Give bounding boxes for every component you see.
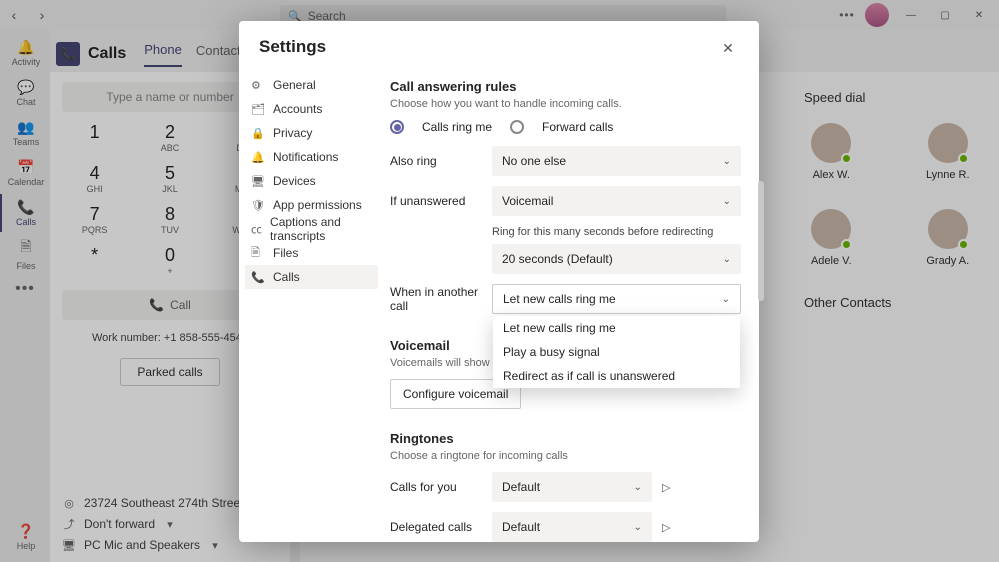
files-icon: 🗎 [251,244,265,263]
call-answering-title: Call answering rules [390,79,741,94]
ring-duration-hint: Ring for this many seconds before redire… [492,226,741,238]
settings-nav-privacy[interactable]: 🔒Privacy [245,121,378,145]
chevron-down-icon: ⌄ [723,254,731,265]
radio-forward-calls[interactable] [510,120,524,134]
lock-icon: 🔒 [251,127,265,140]
settings-content: Call answering rules Choose how you want… [384,69,755,542]
settings-nav-calls[interactable]: 📞Calls [245,265,378,289]
play-ringtone-button[interactable]: ▷ [662,521,680,534]
settings-nav: ⚙General 🗂Accounts 🔒Privacy 🔔Notificatio… [239,69,384,542]
settings-nav-files[interactable]: 🗎Files [245,241,378,265]
call-answering-subtitle: Choose how you want to handle incoming c… [390,98,741,110]
delegated-calls-label: Delegated calls [390,520,482,534]
shield-icon: 🛡 [251,199,265,212]
account-icon: 🗂 [251,103,265,116]
modal-close-button[interactable]: ✕ [717,37,739,59]
settings-nav-devices[interactable]: 🖥Devices [245,169,378,193]
ring-duration-dropdown[interactable]: 20 seconds (Default)⌄ [492,244,741,274]
ringtones-subtitle: Choose a ringtone for incoming calls [390,450,741,462]
radio-calls-ring-me[interactable] [390,120,404,134]
chevron-down-icon: ⌄ [722,294,730,305]
another-call-dropdown[interactable]: Let new calls ring me⌄ Let new calls rin… [492,284,741,314]
if-unanswered-dropdown[interactable]: Voicemail⌄ [492,186,741,216]
device-icon: 🖥 [251,175,265,188]
gear-icon: ⚙ [251,79,265,92]
settings-nav-general[interactable]: ⚙General [245,73,378,97]
modal-title: Settings [259,37,326,57]
chevron-down-icon: ⌄ [634,522,642,533]
chevron-down-icon: ⌄ [634,482,642,493]
dropdown-option[interactable]: Play a busy signal [493,340,740,364]
settings-modal: Settings ✕ ⚙General 🗂Accounts 🔒Privacy 🔔… [239,21,759,542]
radio-calls-ring-me-label: Calls ring me [422,120,492,134]
another-call-dropdown-menu: Let new calls ring me Play a busy signal… [493,316,740,388]
captions-icon: ㏄ [251,221,262,237]
dropdown-option[interactable]: Redirect as if call is unanswered [493,364,740,388]
settings-nav-accounts[interactable]: 🗂Accounts [245,97,378,121]
radio-forward-calls-label: Forward calls [542,120,613,134]
play-ringtone-button[interactable]: ▷ [662,481,680,494]
chevron-down-icon: ⌄ [723,156,731,167]
chevron-down-icon: ⌄ [723,196,731,207]
delegated-calls-dropdown[interactable]: Default⌄ [492,512,652,542]
calls-for-you-dropdown[interactable]: Default⌄ [492,472,652,502]
settings-nav-app-permissions[interactable]: 🛡App permissions [245,193,378,217]
bell-icon: 🔔 [251,151,265,164]
phone-icon: 📞 [251,271,265,284]
settings-nav-notifications[interactable]: 🔔Notifications [245,145,378,169]
dropdown-option[interactable]: Let new calls ring me [493,316,740,340]
another-call-label: When in another call [390,285,492,313]
settings-nav-captions[interactable]: ㏄Captions and transcripts [245,217,378,241]
also-ring-label: Also ring [390,154,492,168]
if-unanswered-label: If unanswered [390,194,492,208]
ringtones-title: Ringtones [390,431,741,446]
calls-for-you-label: Calls for you [390,480,482,494]
also-ring-dropdown[interactable]: No one else⌄ [492,146,741,176]
